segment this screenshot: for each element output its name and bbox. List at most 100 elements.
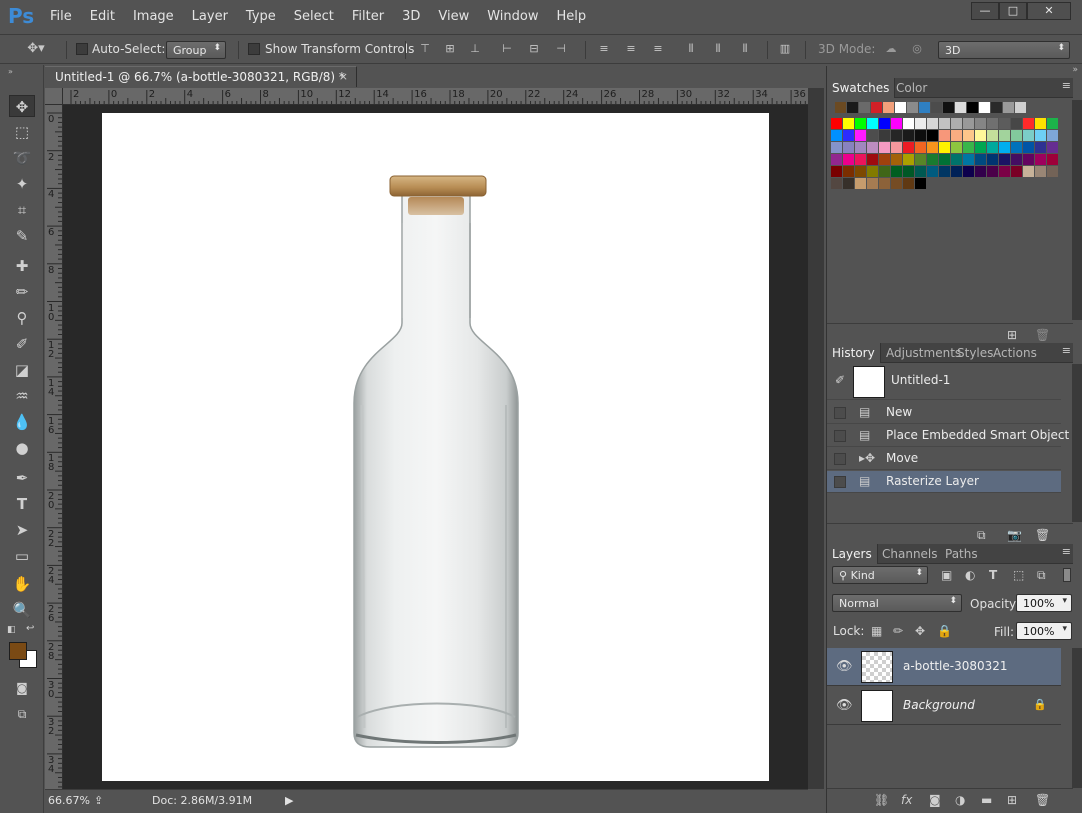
swatch[interactable] [987, 166, 998, 177]
swatch[interactable] [963, 154, 974, 165]
panel-menu-icon[interactable]: ≡ [1062, 545, 1071, 558]
zoom-tool-icon[interactable]: 🔍 [9, 599, 35, 621]
lasso-tool-icon[interactable]: ➰ [9, 147, 35, 169]
distribute-left-icon[interactable]: ⦀ [684, 42, 698, 56]
history-source-checkbox[interactable] [834, 476, 846, 488]
swatch[interactable] [903, 130, 914, 141]
swatch[interactable] [951, 166, 962, 177]
screen-mode-icon[interactable]: ⧉ [9, 703, 35, 725]
swatch[interactable] [915, 142, 926, 153]
link-layers-icon[interactable]: ⛓ [874, 793, 889, 807]
swatch[interactable] [843, 166, 854, 177]
recent-swatch[interactable] [955, 102, 966, 113]
paint-bucket-tool-icon[interactable]: ♒ [9, 385, 35, 407]
swatch[interactable] [1035, 142, 1046, 153]
swatch[interactable] [1011, 166, 1022, 177]
swatch[interactable] [999, 142, 1010, 153]
swatch[interactable] [975, 130, 986, 141]
collapse-panels-icon[interactable]: » [1072, 65, 1078, 75]
swatch[interactable] [831, 142, 842, 153]
collapse-panel-icon[interactable]: » [8, 67, 13, 76]
align-left-icon[interactable]: ⊢ [500, 42, 514, 56]
recent-swatch[interactable] [967, 102, 978, 113]
swatches-grid[interactable] [831, 118, 1058, 206]
align-top-icon[interactable]: ⊤ [418, 42, 432, 56]
menu-file[interactable]: File [41, 9, 81, 24]
swatch[interactable] [843, 142, 854, 153]
vertical-scrollbar[interactable] [808, 88, 824, 789]
maximize-button[interactable]: □ [999, 2, 1027, 20]
quick-mask-icon[interactable]: ◙ [9, 677, 35, 699]
lock-transparent-icon[interactable]: ▦ [871, 624, 882, 638]
layer-name[interactable]: a-bottle-3080321 [903, 659, 1008, 673]
swatch[interactable] [903, 154, 914, 165]
swatch[interactable] [867, 178, 878, 189]
swatch[interactable] [999, 154, 1010, 165]
swatch[interactable] [927, 154, 938, 165]
swatch[interactable] [879, 130, 890, 141]
rectangle-tool-icon[interactable]: ▭ [9, 545, 35, 567]
hand-tool-icon[interactable]: ✋ [9, 573, 35, 595]
history-brush-tool-icon[interactable]: ✐ [9, 333, 35, 355]
tab-color[interactable]: Color [891, 78, 932, 98]
swatch[interactable] [867, 166, 878, 177]
healing-brush-tool-icon[interactable]: ✚ [9, 255, 35, 277]
status-menu-arrow-icon[interactable]: ▶ [285, 794, 293, 807]
adjustment-layer-icon[interactable]: ◑ [955, 793, 965, 807]
swatch[interactable] [879, 178, 890, 189]
tab-history[interactable]: History [827, 343, 881, 363]
swatch[interactable] [879, 154, 890, 165]
swatch[interactable] [999, 130, 1010, 141]
recent-swatch[interactable] [1015, 102, 1026, 113]
menu-help[interactable]: Help [548, 9, 596, 24]
swatch[interactable] [903, 118, 914, 129]
recent-swatch[interactable] [991, 102, 1002, 113]
document-tab[interactable]: Untitled-1 @ 66.7% (a-bottle-3080321, RG… [45, 66, 357, 87]
visibility-eye-icon[interactable]: 👁 [836, 659, 853, 674]
lock-position-icon[interactable]: ✥ [915, 624, 925, 638]
swatch[interactable] [915, 166, 926, 177]
swatch[interactable] [891, 154, 902, 165]
close-document-icon[interactable]: × [339, 70, 348, 83]
distribute-vcenter-icon[interactable]: ≡ [624, 42, 638, 56]
history-brush-source-icon[interactable]: ✐ [835, 373, 845, 387]
swatch[interactable] [1035, 118, 1046, 129]
swatch[interactable] [867, 130, 878, 141]
swatch[interactable] [1047, 142, 1058, 153]
swatch[interactable] [855, 178, 866, 189]
swatch[interactable] [987, 142, 998, 153]
3d-orbit-icon[interactable]: ☁ [884, 42, 898, 56]
recent-swatch[interactable] [979, 102, 990, 113]
swatch[interactable] [843, 130, 854, 141]
history-item-move[interactable]: ▸✥ Move [827, 448, 1061, 470]
delete-swatch-icon[interactable]: 🗑 [1035, 328, 1050, 342]
filter-adjustment-icon[interactable]: ◐ [965, 568, 975, 582]
recent-swatches[interactable] [835, 102, 1027, 113]
new-document-from-state-icon[interactable]: ⧉ [977, 528, 986, 543]
add-mask-icon[interactable]: ◙ [929, 793, 941, 807]
opacity-field[interactable]: 100% ▾ [1016, 594, 1072, 612]
minimize-button[interactable]: — [971, 2, 999, 20]
swatch[interactable] [1035, 130, 1046, 141]
history-source-checkbox[interactable] [834, 430, 846, 442]
brush-tool-icon[interactable]: ✏ [9, 281, 35, 303]
filter-type-icon[interactable]: T [989, 568, 997, 582]
menu-edit[interactable]: Edit [81, 9, 124, 24]
document-canvas[interactable] [102, 113, 769, 781]
swatch[interactable] [915, 154, 926, 165]
swatch[interactable] [903, 178, 914, 189]
swatch[interactable] [891, 118, 902, 129]
filter-pixel-icon[interactable]: ▣ [941, 568, 952, 582]
swatch[interactable] [1047, 154, 1058, 165]
recent-swatch[interactable] [883, 102, 894, 113]
swatch[interactable] [1023, 166, 1034, 177]
recent-swatch[interactable] [1003, 102, 1014, 113]
recent-swatch[interactable] [895, 102, 906, 113]
default-colors-icon[interactable]: ◧ [7, 625, 16, 635]
menu-filter[interactable]: Filter [343, 9, 393, 24]
swatch[interactable] [867, 118, 878, 129]
layer-row-bottle[interactable]: 👁 a-bottle-3080321 [827, 648, 1061, 686]
tab-layers[interactable]: Layers [827, 544, 878, 564]
menu-select[interactable]: Select [285, 9, 343, 24]
swatch[interactable] [915, 130, 926, 141]
